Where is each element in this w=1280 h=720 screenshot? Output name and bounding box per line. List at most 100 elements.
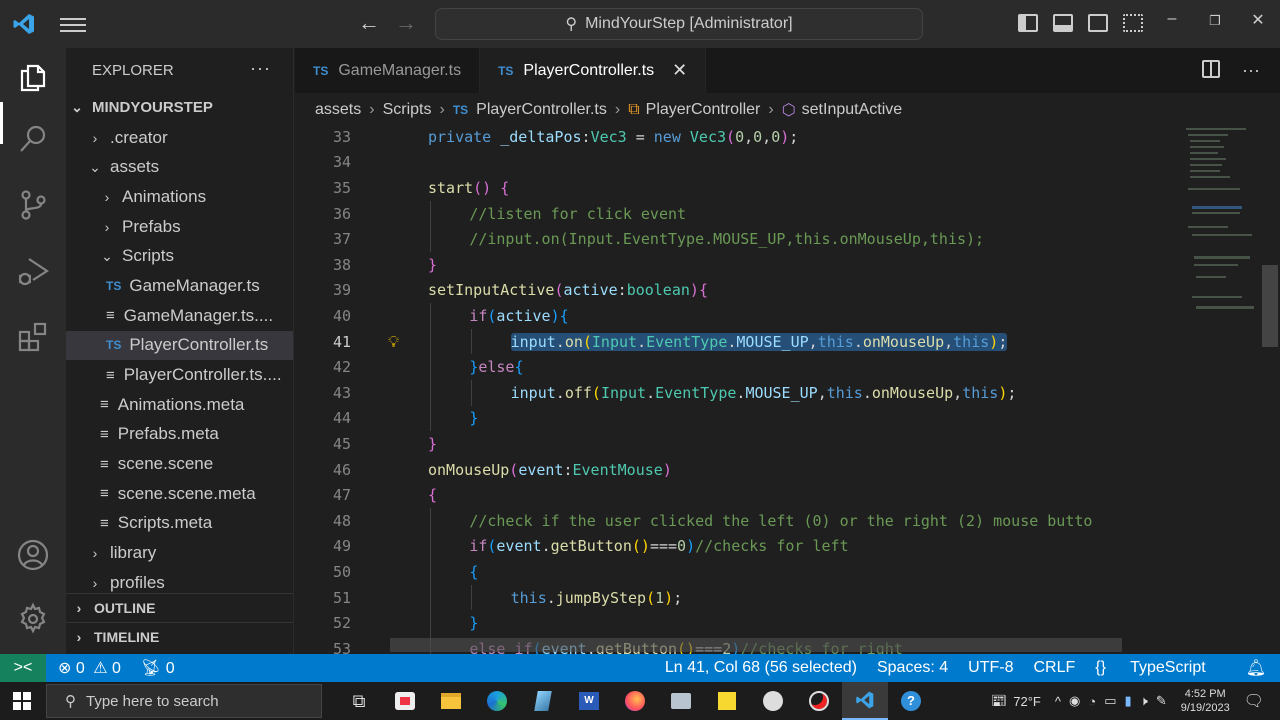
battery-icon[interactable]: ▭ <box>1104 693 1116 709</box>
code-line[interactable]: 35 start() { <box>295 175 1180 201</box>
code-line[interactable]: 44} <box>295 405 1180 432</box>
code-line[interactable]: 45} <box>295 431 1180 457</box>
tree-item[interactable]: › library <box>66 538 293 568</box>
edge-icon[interactable] <box>474 682 520 720</box>
bell-icon[interactable]: 🔔︎ <box>1246 658 1266 678</box>
start-button[interactable] <box>0 692 44 710</box>
outline-section[interactable]: › OUTLINE <box>66 593 293 622</box>
vertical-scroll-thumb[interactable] <box>1262 265 1278 347</box>
volume-muted-icon[interactable]: 🕨︎ <box>1140 693 1148 709</box>
tree-item[interactable]: ≡ Scripts.meta <box>66 509 293 539</box>
code-line[interactable]: 40 if(active){ <box>295 303 1180 329</box>
encoding[interactable]: UTF-8 <box>968 659 1013 677</box>
app-drop-icon[interactable] <box>750 682 796 720</box>
toggle-secondary-sidebar-icon[interactable] <box>1088 14 1108 32</box>
pen-icon[interactable]: ✎ <box>1156 693 1167 709</box>
code-line[interactable]: 47 { <box>295 482 1180 508</box>
cursor-position[interactable]: Ln 41, Col 68 (56 selected) <box>665 659 857 677</box>
firefox-icon[interactable] <box>612 682 658 720</box>
tree-item[interactable]: ⌄ Scripts <box>66 241 293 271</box>
code-line[interactable]: 50 { <box>295 559 1180 585</box>
taskbar-search[interactable]: ⚲ Type here to search <box>46 684 322 718</box>
code-editor[interactable]: 33 private _deltaPos:Vec3 = new Vec3(0,0,… <box>295 126 1180 654</box>
tab-gamemanager[interactable]: TS GameManager.ts <box>295 48 481 93</box>
code-line[interactable]: 48 //check if the user clicked the left (… <box>295 508 1180 534</box>
explorer-more-button[interactable]: ··· <box>250 58 271 79</box>
close-tab-icon[interactable]: ✕ <box>672 60 687 81</box>
split-editor-icon[interactable] <box>1202 60 1221 78</box>
tab-playercontroller[interactable]: TS PlayerController.ts ✕ <box>480 48 707 93</box>
code-line[interactable]: 49 if(event.getButton()===0)//checks for … <box>295 533 1180 560</box>
code-line[interactable]: 51 this.jumpByStep(1); <box>295 584 1180 611</box>
news-icon[interactable]: 📰︎ <box>991 693 1008 709</box>
microsoft-store-icon[interactable] <box>382 682 428 720</box>
ports-indicator[interactable]: 📡︎ 0 <box>141 658 175 678</box>
problems-indicator[interactable]: ⊗ 0 ⚠ 0 <box>58 658 121 678</box>
tree-item[interactable]: ≡ Animations.meta <box>66 390 293 420</box>
network-icon[interactable]: ◔ <box>1088 694 1096 709</box>
toggle-panel-icon[interactable] <box>1053 14 1073 32</box>
obs-tray-icon[interactable]: ◉ <box>1069 693 1080 709</box>
toggle-primary-sidebar-icon[interactable] <box>1018 14 1038 32</box>
run-debug-icon[interactable] <box>16 254 50 288</box>
obs-icon[interactable] <box>796 682 842 720</box>
tree-item[interactable]: TS PlayerController.ts <box>66 330 293 361</box>
search-icon[interactable] <box>16 122 50 156</box>
code-line[interactable]: 36 //listen for click event <box>295 200 1180 227</box>
lightbulb-icon[interactable]: 💡︎ <box>388 332 399 352</box>
code-line[interactable]: 41 💡︎ input.on(Input.EventType.MOUSE_UP,th… <box>295 328 1180 355</box>
breadcrumb-scripts[interactable]: Scripts <box>383 101 432 119</box>
tree-item[interactable]: ≡ PlayerController.ts.... <box>66 360 293 390</box>
customize-layout-icon[interactable] <box>1123 14 1143 32</box>
horizontal-scrollbar[interactable] <box>390 638 1122 652</box>
code-line[interactable]: 37 //input.on(Input.EventType.MOUSE_UP,th… <box>295 226 1180 252</box>
tree-item[interactable]: › Animations <box>66 182 293 212</box>
file-explorer-icon[interactable] <box>428 682 474 720</box>
command-center-search[interactable]: ⚲ MindYourStep [Administrator] <box>435 8 923 40</box>
restore-button[interactable]: ❐ <box>1195 13 1235 29</box>
minimize-button[interactable]: – <box>1152 10 1192 28</box>
tree-item[interactable]: ⌄ assets <box>66 152 293 182</box>
indentation[interactable]: Spaces: 4 <box>877 659 948 677</box>
tree-item[interactable]: ≡ scene.scene <box>66 449 293 479</box>
code-line[interactable]: 38} <box>295 252 1180 278</box>
word-icon[interactable]: W <box>566 682 612 720</box>
tree-item[interactable]: › Prefabs <box>66 212 293 242</box>
code-line[interactable]: 34 <box>295 150 1180 176</box>
tree-item[interactable]: ≡ scene.scene.meta <box>66 479 293 509</box>
code-line[interactable]: 52} <box>295 610 1180 636</box>
forward-button[interactable]: → <box>395 10 417 36</box>
help-icon[interactable]: ? <box>888 682 934 720</box>
remote-desktop-icon[interactable] <box>658 682 704 720</box>
tree-item[interactable]: ≡ GameManager.ts.... <box>66 301 293 331</box>
breadcrumb-method[interactable]: setInputActive <box>802 101 903 119</box>
code-line[interactable]: 39 setInputActive(active:boolean){ <box>295 278 1180 304</box>
tablet-icon[interactable]: ▮ <box>1124 693 1131 709</box>
weather-label[interactable]: 72°F <box>1013 694 1041 709</box>
notifications-icon[interactable]: 🗨︎ <box>1244 691 1264 711</box>
tree-item[interactable]: TS GameManager.ts <box>66 271 293 301</box>
close-window-button[interactable]: ✕ <box>1238 10 1278 30</box>
settings-gear-icon[interactable] <box>16 602 50 636</box>
task-view-icon[interactable]: ⧉ <box>336 682 382 720</box>
more-actions-button[interactable]: ··· <box>1242 60 1260 81</box>
language-mode[interactable]: {} TypeScript <box>1095 659 1225 677</box>
vscode-taskbar-icon[interactable] <box>842 682 888 720</box>
show-hidden-icons-icon[interactable]: ^ <box>1055 694 1061 709</box>
breadcrumb-file[interactable]: PlayerController.ts <box>476 101 607 119</box>
remote-indicator[interactable]: >< <box>0 654 46 682</box>
timeline-section[interactable]: › TIMELINE <box>66 622 293 651</box>
clock[interactable]: 4:52 PM 9/19/2023 <box>1181 687 1230 715</box>
sticky-notes-icon[interactable] <box>704 682 750 720</box>
minimap[interactable] <box>1180 126 1264 654</box>
source-control-icon[interactable] <box>16 188 50 222</box>
code-line[interactable]: 33 private _deltaPos:Vec3 = new Vec3(0,0,… <box>295 126 1180 150</box>
notepad-icon[interactable] <box>520 682 566 720</box>
code-line[interactable]: 42}else{ <box>295 354 1180 380</box>
vertical-scrollbar[interactable] <box>1262 126 1280 654</box>
end-of-line[interactable]: CRLF <box>1033 659 1075 677</box>
tree-item[interactable]: › .creator <box>66 123 293 153</box>
back-button[interactable]: ← <box>358 10 380 36</box>
extensions-icon[interactable] <box>16 320 50 354</box>
code-line[interactable]: 46 onMouseUp(event:EventMouse) <box>295 457 1180 483</box>
